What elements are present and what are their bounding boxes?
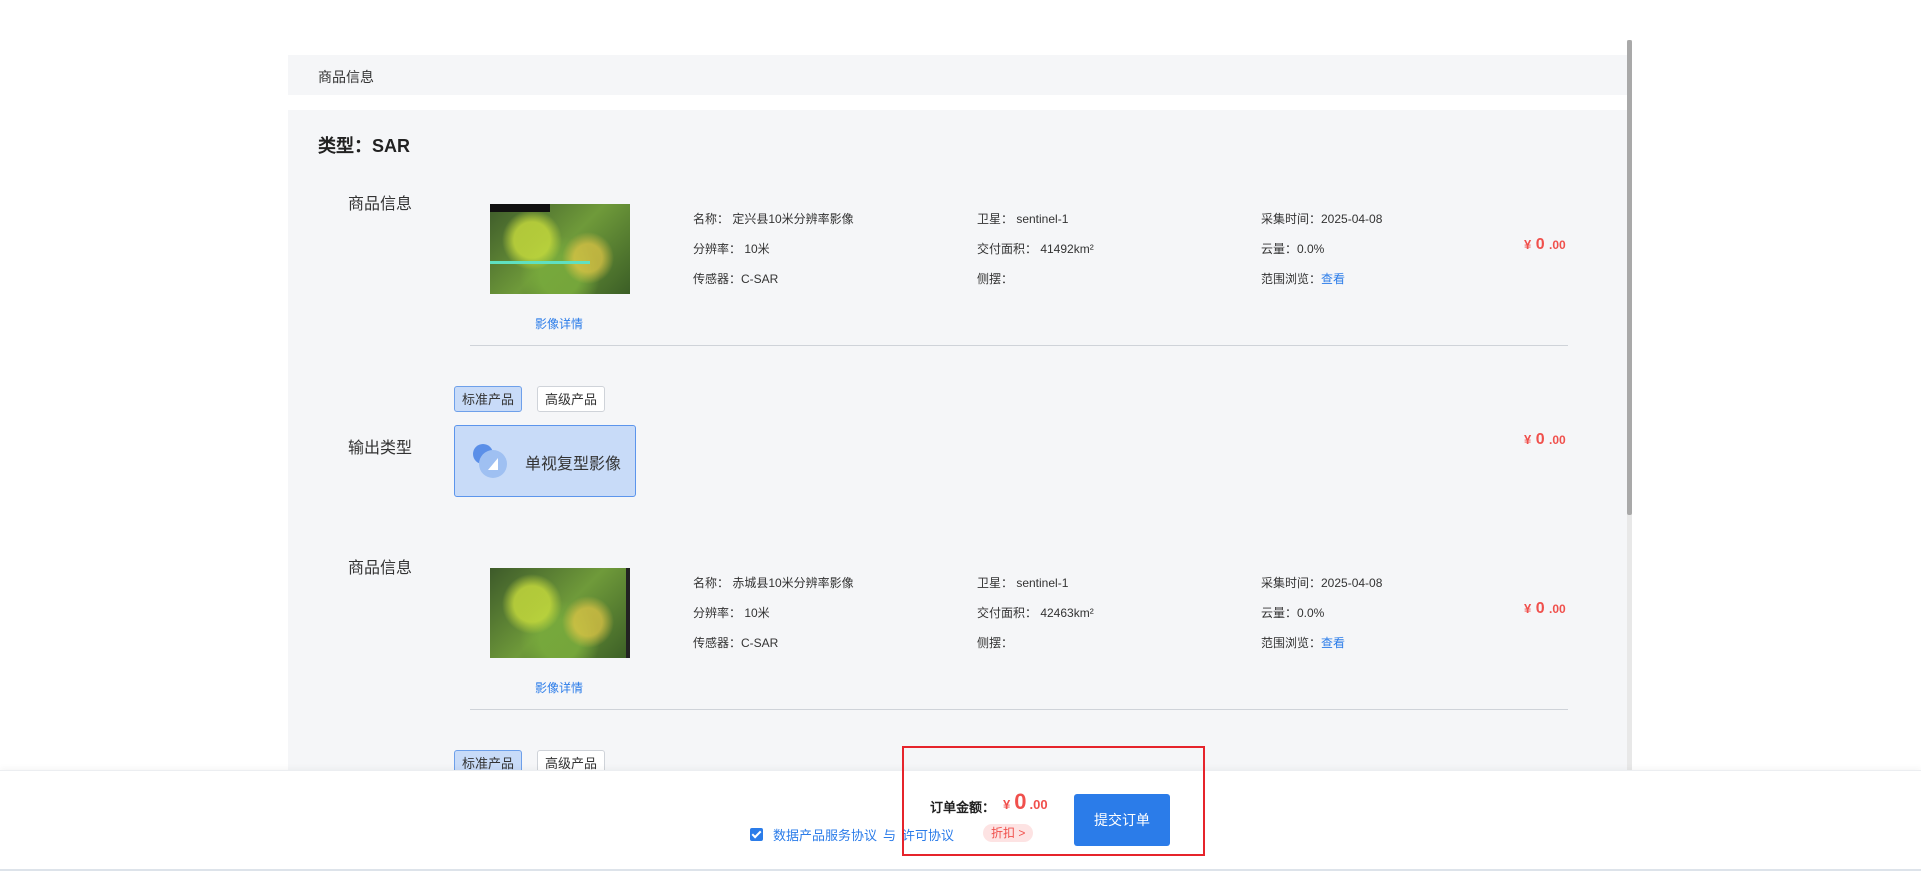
output-option-card[interactable]: 单视复型影像 (454, 425, 636, 497)
product-capture-time: 采集时间：2025-04-08 (1261, 212, 1383, 226)
product-range: 范围浏览：查看 (1261, 270, 1345, 287)
product-satellite: 卫星： sentinel-1 (977, 576, 1069, 590)
product-sensor: 传感器：C-SAR (693, 272, 779, 286)
agreement-separator: 与 (883, 828, 897, 843)
range-view-link[interactable]: 查看 (1321, 636, 1345, 650)
price-decimal: .00 (1549, 433, 1566, 447)
price-decimal: .00 (1549, 602, 1566, 616)
price-currency: ¥ (1524, 432, 1532, 447)
product-panel: 类型：SAR 商品信息 影像详情 名称： 定兴县10米分辨率影像 分辨率： 10… (288, 110, 1628, 770)
product-sensor: 传感器：C-SAR (693, 636, 779, 650)
tab-advanced-product[interactable]: 高级产品 (537, 750, 606, 770)
output-price: ¥ 0 .00 (1524, 431, 1566, 449)
tab-standard-product[interactable]: 标准产品 (454, 386, 523, 412)
price-currency: ¥ (1524, 601, 1532, 616)
product-side-swing: 侧摆： (977, 272, 1014, 286)
output-type-label: 输出类型 (348, 440, 413, 457)
range-view-link[interactable]: 查看 (1321, 272, 1345, 286)
highlight-box (902, 746, 1205, 856)
product-section-label: 商品信息 (348, 196, 413, 213)
image-detail-link[interactable]: 影像详情 (535, 315, 583, 332)
image-detail-link[interactable]: 影像详情 (535, 679, 583, 696)
product-section-label: 商品信息 (348, 560, 413, 577)
price-integer: 0 (1535, 431, 1545, 448)
order-scroll-area[interactable]: 商品信息 类型：SAR 商品信息 影像详情 名称： 定兴县10米分辨率影像 分辨… (288, 40, 1632, 770)
product-name: 名称： 定兴县10米分辨率影像 (693, 212, 854, 226)
service-agreement-link[interactable]: 数据产品服务协议 (773, 825, 877, 844)
product-side-swing: 侧摆： (977, 636, 1014, 650)
price-currency: ¥ (1524, 237, 1532, 252)
output-option-label: 单视复型影像 (525, 456, 622, 473)
range-label: 范围浏览： (1261, 272, 1322, 286)
product-satellite: 卫星： sentinel-1 (977, 212, 1069, 226)
product-cloud: 云量：0.0% (1261, 606, 1325, 620)
price-decimal: .00 (1549, 238, 1566, 252)
product-price: ¥ 0 .00 (1524, 600, 1566, 618)
price-integer: 0 (1535, 236, 1545, 253)
image-type-icon (473, 444, 507, 478)
product-resolution: 分辨率： 10米 (693, 606, 770, 620)
header-title: 商品信息 (318, 69, 374, 85)
product-range: 范围浏览：查看 (1261, 634, 1345, 651)
tab-advanced-product[interactable]: 高级产品 (537, 386, 606, 412)
product-price: ¥ 0 .00 (1524, 236, 1566, 254)
agreement-checkbox[interactable] (750, 828, 763, 841)
product-thumbnail[interactable] (490, 204, 630, 294)
type-title: 类型：SAR (318, 136, 411, 156)
product-divider (470, 345, 1568, 346)
scrollbar-thumb[interactable] (1627, 40, 1632, 515)
product-cloud: 云量：0.0% (1261, 242, 1325, 256)
product-info-header: 商品信息 (288, 55, 1628, 95)
tab-standard-product[interactable]: 标准产品 (454, 750, 523, 770)
product-thumbnail[interactable] (490, 568, 630, 658)
product-area: 交付面积： 42463km² (977, 606, 1094, 620)
price-integer: 0 (1535, 600, 1545, 617)
range-label: 范围浏览： (1261, 636, 1322, 650)
product-area: 交付面积： 41492km² (977, 242, 1094, 256)
product-capture-time: 采集时间：2025-04-08 (1261, 576, 1383, 590)
product-name: 名称： 赤城县10米分辨率影像 (693, 576, 854, 590)
product-divider (470, 709, 1568, 710)
product-resolution: 分辨率： 10米 (693, 242, 770, 256)
